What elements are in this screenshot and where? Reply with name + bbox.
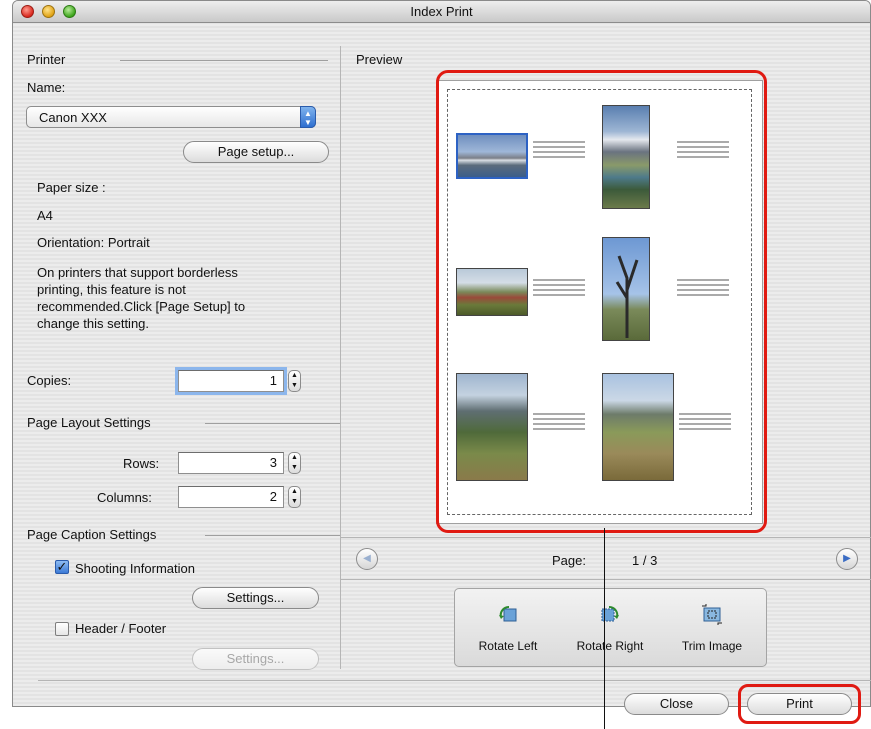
bottom-divider (38, 680, 871, 681)
shooting-info-checkbox[interactable]: ✓ (55, 560, 69, 574)
borderless-note-line: recommended.Click [Page Setup] to (37, 299, 246, 314)
page-setup-button[interactable]: Page setup... (183, 141, 329, 163)
paper-size-label: Paper size : (37, 180, 106, 195)
layout-section-label: Page Layout Settings (27, 415, 151, 430)
header-footer-checkbox[interactable] (55, 622, 69, 636)
copies-label: Copies: (27, 373, 72, 388)
rotate-left-label: Rotate Left (478, 639, 538, 653)
shooting-info-settings-button[interactable]: Settings... (192, 587, 319, 609)
page-value: 1 / 3 (632, 553, 658, 568)
borderless-note: On printers that support borderless prin… (37, 264, 245, 332)
printer-section-label: Printer (27, 52, 66, 67)
rows-label: Rows: (123, 456, 160, 471)
title-bar: Index Print (13, 1, 870, 23)
nav-divider-bottom (341, 579, 871, 580)
rotate-left-icon (499, 606, 517, 622)
callout-pointer-line (604, 528, 605, 729)
caption-section-label: Page Caption Settings (27, 527, 157, 542)
printer-name-value: Canon XXX (39, 110, 107, 125)
popup-arrows-icon: ▲ ▼ (300, 106, 316, 128)
page-label: Page: (552, 553, 586, 568)
columns-label: Columns: (97, 490, 152, 505)
printer-name-label: Name: (27, 80, 66, 95)
copies-field[interactable]: 1 (178, 370, 284, 392)
previous-page-icon[interactable]: ◀ (356, 548, 378, 570)
rotate-right-button[interactable]: Rotate Right (565, 597, 655, 657)
preview-highlight-frame (436, 70, 767, 533)
print-highlight-frame (738, 684, 861, 724)
image-tools-group: Rotate Left Rotate Right Trim Image (454, 588, 767, 667)
rows-field[interactable]: 3 (178, 452, 284, 474)
copies-stepper[interactable]: ▲ ▼ (288, 370, 301, 392)
borderless-note-line: On printers that support borderless (37, 265, 238, 280)
trim-image-label: Trim Image (681, 639, 743, 653)
header-footer-label: Header / Footer (75, 621, 167, 636)
paper-size-value: A4 (37, 208, 53, 223)
rotate-right-icon (601, 606, 619, 622)
header-footer-settings-button[interactable]: Settings... (192, 648, 319, 670)
orientation-text: Orientation: Portrait (37, 235, 150, 250)
layout-section-divider (205, 423, 340, 424)
printer-section-divider (120, 60, 328, 61)
rotate-left-button[interactable]: Rotate Left (463, 597, 553, 657)
printer-name-popup[interactable]: Canon XXX ▲ ▼ (26, 106, 316, 128)
rows-stepper[interactable]: ▲ ▼ (288, 452, 301, 474)
next-page-icon[interactable]: ▶ (836, 548, 858, 570)
columns-stepper[interactable]: ▲ ▼ (288, 486, 301, 508)
rotate-right-label: Rotate Right (576, 639, 644, 653)
borderless-note-line: change this setting. (37, 316, 150, 331)
shooting-info-label: Shooting Information (75, 561, 195, 576)
trim-image-icon (702, 604, 722, 625)
caption-section-divider (205, 535, 340, 536)
panel-divider (340, 46, 341, 669)
trim-image-button[interactable]: Trim Image (667, 597, 757, 657)
nav-divider-top (341, 537, 871, 538)
borderless-note-line: printing, this feature is not (37, 282, 186, 297)
close-button[interactable]: Close (624, 693, 729, 715)
preview-label: Preview (356, 52, 403, 67)
window-title: Index Print (410, 4, 473, 19)
columns-field[interactable]: 2 (178, 486, 284, 508)
